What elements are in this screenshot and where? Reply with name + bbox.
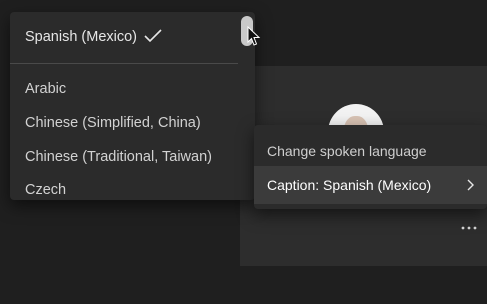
change-spoken-language-label: Change spoken language <box>267 143 427 159</box>
selected-language-label: Spanish (Mexico) <box>25 29 138 45</box>
caption-language-label: Caption: Spanish (Mexico) <box>267 177 432 193</box>
caption-language-item[interactable]: Caption: Spanish (Mexico) <box>254 166 487 204</box>
chevron-right-icon <box>467 179 474 191</box>
language-option-label: Chinese (Simplified, China) <box>25 115 201 131</box>
meeting-stage: Spanish (Mexico) Arabic Chinese (Simplif… <box>0 0 487 304</box>
check-icon <box>144 29 162 43</box>
more-options-icon[interactable] <box>459 222 479 234</box>
caption-language-list[interactable]: Spanish (Mexico) Arabic Chinese (Simplif… <box>10 12 255 200</box>
mouse-cursor-icon <box>247 26 261 46</box>
language-option[interactable]: Czech <box>10 176 238 200</box>
language-option[interactable]: Chinese (Traditional, Taiwan) <box>10 143 238 173</box>
language-option[interactable]: Arabic <box>10 75 238 105</box>
menu-divider <box>10 63 238 64</box>
change-spoken-language-item[interactable]: Change spoken language <box>254 133 487 169</box>
language-option-label: Arabic <box>25 81 67 97</box>
captions-menu: Change spoken language Caption: Spanish … <box>254 125 487 209</box>
language-option-selected[interactable]: Spanish (Mexico) <box>10 12 238 64</box>
language-option[interactable]: Chinese (Simplified, China) <box>10 109 238 139</box>
language-option-label: Chinese (Traditional, Taiwan) <box>25 149 212 165</box>
language-option-label: Czech <box>25 182 67 198</box>
